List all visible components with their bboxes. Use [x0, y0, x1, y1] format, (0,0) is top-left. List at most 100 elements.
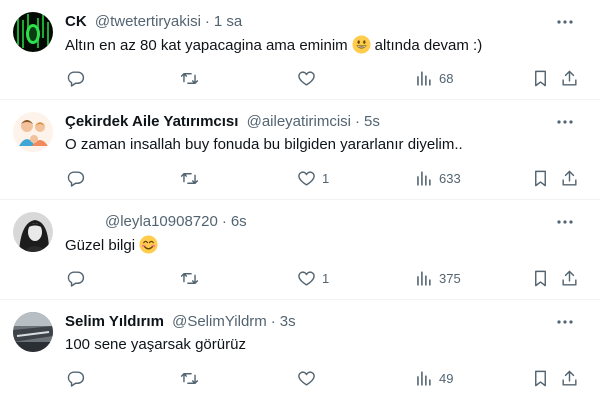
view-count: 49 — [439, 370, 454, 386]
separator-dot: · — [221, 213, 227, 230]
tweet-text-part: O zaman insallah buy fonuda bu bilgiden … — [65, 136, 463, 153]
author-handle[interactable]: @leyla10908720 — [105, 213, 218, 230]
views-button[interactable]: 375 — [414, 266, 461, 290]
views-button[interactable]: 633 — [414, 166, 461, 190]
like-button[interactable]: 1 — [297, 166, 329, 190]
bookmark-icon — [535, 70, 546, 86]
bookmark-button[interactable] — [531, 266, 550, 290]
tweet-actions: 1 375 — [0, 266, 600, 290]
tweet-header: Selim Yıldırım @SelimYildrm · 3s — [65, 312, 296, 332]
more-options-button[interactable] — [552, 309, 578, 335]
more-icon — [557, 320, 573, 324]
view-count: 633 — [439, 170, 461, 186]
reply-button[interactable] — [66, 366, 85, 390]
reply-button[interactable] — [66, 66, 85, 90]
tweet-text-part: 100 sene yaşarsak görürüz — [65, 336, 246, 353]
reply-button[interactable] — [66, 266, 85, 290]
avatar[interactable] — [13, 312, 53, 352]
separator-dot: · — [204, 13, 210, 30]
views-chart-icon — [417, 370, 431, 386]
author-handle[interactable]: @twetertiryakisi — [95, 13, 201, 30]
author-name[interactable]: CK — [65, 13, 87, 30]
share-button[interactable] — [560, 66, 579, 90]
views-button[interactable]: 68 — [414, 66, 453, 90]
bookmark-button[interactable] — [531, 66, 550, 90]
heart-icon — [298, 270, 315, 286]
more-options-button[interactable] — [552, 109, 578, 135]
views-chart-icon — [417, 70, 431, 86]
tweet-text-part: Güzel bilgi — [65, 237, 136, 254]
tweet-text-part: Altın en az 80 kat yapacagina ama eminim — [65, 37, 348, 54]
like-count: 1 — [322, 170, 330, 186]
avatar[interactable] — [13, 112, 53, 152]
reply-icon — [67, 370, 85, 387]
heart-icon — [298, 70, 315, 86]
timestamp[interactable]: 1 sa — [214, 13, 242, 30]
avatar[interactable] — [13, 12, 53, 52]
retweet-icon — [180, 272, 199, 284]
retweet-icon — [180, 72, 199, 84]
retweet-button[interactable] — [180, 266, 199, 290]
tweet-actions: 49 — [0, 366, 600, 390]
bookmark-button[interactable] — [531, 166, 550, 190]
reply-icon — [67, 170, 85, 187]
like-button[interactable]: 1 — [297, 266, 329, 290]
tweet-header: CK @twetertiryakisi · 1 sa — [65, 12, 242, 32]
author-handle[interactable]: @aileyatirimcisi — [247, 113, 351, 130]
author-name[interactable]: Çekirdek Aile Yatırımcısı — [65, 113, 238, 130]
author-name[interactable]: Selim Yıldırım — [65, 313, 164, 330]
like-button[interactable] — [297, 66, 322, 90]
more-options-button[interactable] — [552, 9, 578, 35]
more-icon — [557, 120, 573, 124]
share-button[interactable] — [560, 266, 579, 290]
share-button[interactable] — [560, 366, 579, 390]
reply-icon — [67, 270, 85, 287]
avatar[interactable] — [13, 212, 53, 252]
bookmark-icon — [535, 370, 546, 386]
more-options-button[interactable] — [552, 209, 578, 235]
share-icon — [562, 370, 577, 386]
views-button[interactable]: 49 — [414, 366, 453, 390]
like-button[interactable] — [297, 366, 322, 390]
tweet-text: Altın en az 80 kat yapacagina ama eminim… — [65, 35, 482, 56]
timestamp[interactable]: 6s — [231, 213, 247, 230]
view-count: 375 — [439, 270, 461, 286]
tweet-reply[interactable]: Selim Yıldırım @SelimYildrm · 3s 100 sene … — [0, 300, 600, 400]
retweet-button[interactable] — [180, 366, 199, 390]
author-handle[interactable]: @SelimYildrm — [172, 313, 267, 330]
tweet-actions: 68 — [0, 66, 600, 90]
views-chart-icon — [417, 270, 431, 286]
retweet-button[interactable] — [180, 66, 199, 90]
timestamp[interactable]: 3s — [280, 313, 296, 330]
bookmark-icon — [535, 170, 546, 186]
tweet-text: Güzel bilgi — [65, 235, 162, 256]
tweet-reply[interactable]: Çekirdek Aile Yatırımcısı @aileyatirimci… — [0, 100, 600, 200]
retweet-icon — [180, 172, 199, 184]
more-icon — [557, 20, 573, 24]
reply-button[interactable] — [66, 166, 85, 190]
share-button[interactable] — [560, 166, 579, 190]
separator-dot: · — [355, 113, 361, 130]
timestamp[interactable]: 5s — [364, 113, 380, 130]
retweet-icon — [180, 372, 199, 384]
more-icon — [557, 220, 573, 224]
bookmark-button[interactable] — [531, 366, 550, 390]
tweet-reply[interactable]: @leyla10908720 · 6s Güzel bilgi 1 375 — [0, 200, 600, 300]
heart-icon — [298, 370, 315, 386]
tweet-text-part: altında devam :) — [374, 37, 483, 54]
separator-dot: · — [270, 313, 276, 330]
replies-feed: CK @twetertiryakisi · 1 sa Altın en az 80 … — [0, 0, 600, 400]
tweet-reply[interactable]: CK @twetertiryakisi · 1 sa Altın en az 80 … — [0, 0, 600, 100]
tweet-header: Çekirdek Aile Yatırımcısı @aileyatirimci… — [65, 112, 380, 132]
share-icon — [562, 70, 577, 86]
tweet-header: @leyla10908720 · 6s — [65, 212, 247, 232]
tweet-text: O zaman insallah buy fonuda bu bilgiden … — [65, 135, 463, 155]
bookmark-icon — [535, 270, 546, 286]
like-count: 1 — [322, 270, 330, 286]
tweet-actions: 1 633 — [0, 166, 600, 190]
share-icon — [562, 270, 577, 286]
reply-icon — [67, 70, 85, 87]
heart-icon — [298, 170, 315, 186]
retweet-button[interactable] — [180, 166, 199, 190]
tweet-text: 100 sene yaşarsak görürüz — [65, 335, 246, 355]
